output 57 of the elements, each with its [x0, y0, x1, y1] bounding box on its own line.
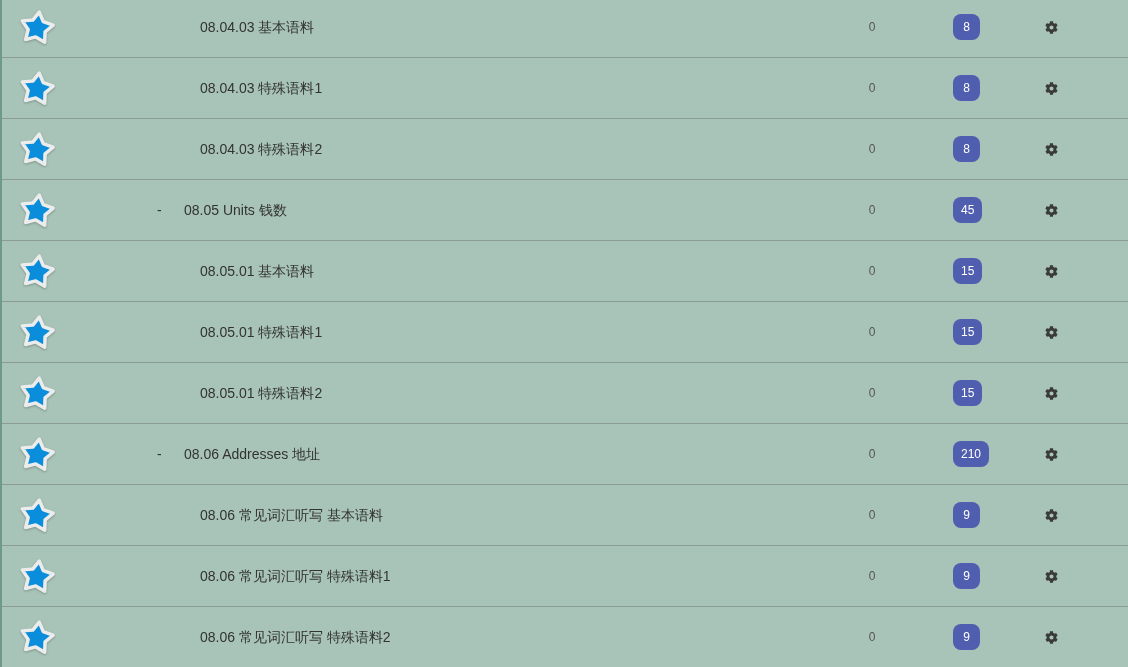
count-badge: 15 [953, 380, 983, 406]
settings-icon[interactable] [1045, 81, 1058, 95]
count-badge: 15 [953, 258, 983, 284]
star-icon [17, 495, 57, 535]
deck-name[interactable]: 08.05.01 特殊语料1 [200, 321, 323, 343]
settings-icon[interactable] [1045, 203, 1058, 217]
settings-icon[interactable] [1045, 508, 1058, 522]
star-icon [17, 312, 57, 352]
settings-icon[interactable] [1045, 630, 1058, 644]
settings-icon[interactable] [1045, 325, 1058, 339]
star-icon [17, 251, 57, 291]
settings-icon[interactable] [1045, 264, 1058, 278]
star-icon [17, 373, 57, 413]
deck-name[interactable]: 08.05.01 基本语料 [200, 260, 315, 282]
count-badge: 9 [953, 563, 980, 589]
count-text: 0 [868, 629, 876, 646]
count-badge: 45 [953, 197, 983, 223]
deck-name[interactable]: 08.05 Units 钱数 [184, 199, 287, 221]
count-badge: 9 [953, 624, 980, 650]
star-icon [17, 617, 57, 657]
count-badge: 8 [953, 75, 980, 101]
settings-icon[interactable] [1045, 20, 1058, 34]
count-text: 0 [868, 446, 876, 463]
count-text: 0 [868, 263, 876, 280]
settings-icon[interactable] [1045, 569, 1058, 583]
deck-name[interactable]: 08.04.03 特殊语料2 [200, 138, 323, 160]
star-icon [17, 190, 57, 230]
count-text: 0 [868, 202, 876, 219]
deck-name[interactable]: 08.04.03 基本语料 [200, 16, 315, 38]
count-badge: 9 [953, 502, 980, 528]
count-badge: 8 [953, 14, 980, 40]
deck-name[interactable]: 08.06 常见词汇听写 特殊语料1 [200, 565, 391, 587]
count-text: 0 [868, 19, 876, 36]
star-icon [17, 434, 57, 474]
star-icon [17, 68, 57, 108]
count-text: 0 [868, 507, 876, 524]
count-text: 0 [868, 141, 876, 158]
collapse-toggle[interactable]: - [157, 203, 162, 217]
settings-icon[interactable] [1045, 386, 1058, 400]
count-text: 0 [868, 568, 876, 585]
count-badge: 210 [953, 441, 990, 467]
count-badge: 15 [953, 319, 983, 345]
count-badge: 8 [953, 136, 980, 162]
deck-name[interactable]: 08.06 常见词汇听写 特殊语料2 [200, 626, 391, 648]
count-text: 0 [868, 80, 876, 97]
settings-icon[interactable] [1045, 447, 1058, 461]
star-icon [17, 129, 57, 169]
count-text: 0 [868, 385, 876, 402]
deck-name[interactable]: 08.06 常见词汇听写 基本语料 [200, 504, 383, 526]
deck-name[interactable]: 08.04.03 特殊语料1 [200, 77, 323, 99]
settings-icon[interactable] [1045, 142, 1058, 156]
deck-name[interactable]: 08.06 Addresses 地址 [184, 443, 321, 465]
deck-name[interactable]: 08.05.01 特殊语料2 [200, 382, 323, 404]
count-text: 0 [868, 324, 876, 341]
collapse-toggle[interactable]: - [157, 447, 162, 461]
star-icon [17, 7, 57, 47]
star-icon [17, 556, 57, 596]
